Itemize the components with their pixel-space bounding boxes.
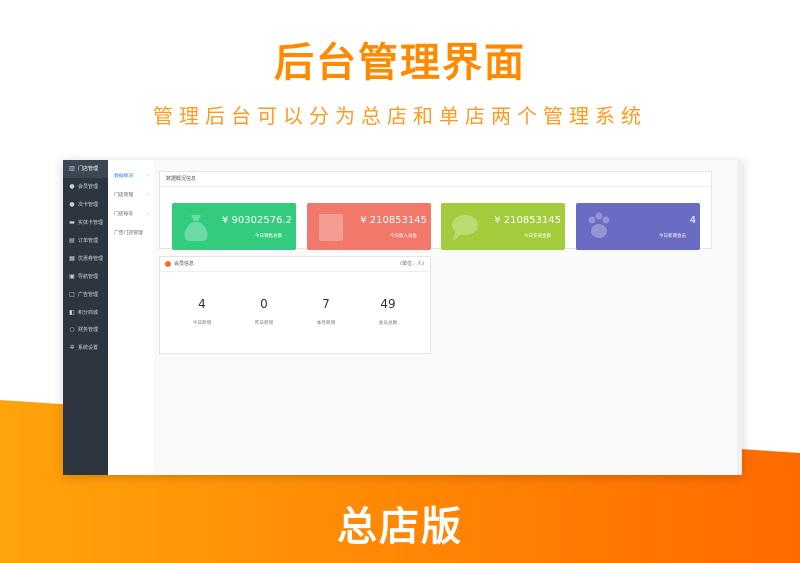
sidebar-item-label: 优惠券管理 <box>78 255 104 262</box>
gear-icon: ✲ <box>69 344 75 352</box>
chevron-right-icon: › <box>147 192 149 198</box>
members-panel-title: 会员信息 <box>174 261 195 267</box>
sidebar-item-label: 会员管理 <box>78 184 99 191</box>
subnav-item-label: 门店管理 <box>114 193 134 198</box>
sidebar-item-ads[interactable]: □ 广告管理 <box>63 285 108 303</box>
sidebar-item-label: 财务管理 <box>78 327 99 334</box>
paw-icon <box>588 212 610 238</box>
document-icon <box>319 214 343 241</box>
chevron-right-icon: › <box>147 173 149 179</box>
coupon-icon: ▦ <box>69 254 75 262</box>
stat-card-value: ¥ 210853145 <box>360 215 427 226</box>
stat-card-label: 今日销售总额 <box>255 234 282 239</box>
sidebar-item-label: 导航管理 <box>78 273 99 280</box>
member-stat-label: 会员总数 <box>378 321 398 326</box>
member-stat-label: 今日新增 <box>192 321 212 326</box>
stat-card-label: 今日收入总金 <box>390 234 417 239</box>
sidebar-item-label: 订单管理 <box>78 238 99 244</box>
stat-card-sales[interactable]: ¥ 90302576.2 今日销售总额 <box>172 203 296 250</box>
user-icon: ● <box>69 201 75 209</box>
member-stat-value: 4 <box>198 297 206 311</box>
stat-card-label: 今日新增会员 <box>659 234 686 239</box>
member-stat-value: 49 <box>380 297 396 311</box>
card-icon: ▬ <box>69 219 75 227</box>
vertical-scrollbar[interactable] <box>737 160 742 475</box>
members-panel: 会员信息 (单位：人) 4 今日新增 0 昨日新增 7 本月新增 49 会员总数 <box>159 256 431 354</box>
member-stat-label: 本月新增 <box>316 321 336 326</box>
stat-card-label: 今日充值金额 <box>524 234 551 239</box>
members-panel-header: 会员信息 (单位：人) <box>160 257 430 272</box>
stat-card-value: ¥ 210853145 <box>494 215 561 226</box>
subnav-item-store-account[interactable]: 门店账号 › <box>108 205 154 224</box>
sub-navigation: 数据概况 › 门店管理 › 门店账号 › 广告门店管理 <box>108 160 155 475</box>
sidebar-item-punch-card[interactable]: ● 次卡管理 <box>63 196 108 214</box>
subnav-item-store-manage[interactable]: 门店管理 › <box>108 186 154 205</box>
member-stat-value: 7 <box>322 297 330 311</box>
main-content: 数据概况信息 ¥ 90302576.2 今日销售总额 ¥ 210853145 今… <box>154 160 742 475</box>
sidebar-item-members[interactable]: ● 会员管理 <box>63 178 108 196</box>
sidebar-item-label: 积分商城 <box>78 309 99 316</box>
subnav-item-label: 广告门店管理 <box>114 231 143 236</box>
subnav-item-label: 门店账号 <box>114 212 134 217</box>
member-stat-value: 0 <box>260 297 268 311</box>
sidebar-item-label: 广告管理 <box>78 291 99 298</box>
sidebar-item-coupons[interactable]: ▦ 优惠券管理 <box>63 249 108 267</box>
stat-card-income[interactable]: ¥ 210853145 今日收入总金 <box>307 203 431 250</box>
members-unit-label: (单位：人) <box>400 261 424 267</box>
sidebar-item-orders[interactable]: ▤ 订单管理 <box>63 232 108 250</box>
member-stat-total: 49 会员总数 <box>358 297 418 326</box>
stat-card-value: ¥ 90302576.2 <box>222 215 292 226</box>
sidebar-item-settings[interactable]: ✲ 系统设置 <box>63 339 108 357</box>
sidebar-item-points-mall[interactable]: ◧ 积分商城 <box>63 303 108 321</box>
store-icon: ▥ <box>69 165 75 173</box>
finance-icon: ○ <box>69 326 75 334</box>
stat-card-value: 4 <box>689 215 696 226</box>
money-bag-icon <box>184 215 208 241</box>
user-icon: ● <box>69 183 75 191</box>
sidebar-item-finance[interactable]: ○ 财务管理 <box>63 321 108 339</box>
sidebar-item-navigation[interactable]: ▣ 导航管理 <box>63 267 108 285</box>
sidebar-item-label: 实体卡管理 <box>78 220 104 227</box>
admin-window: ▥ 门店管理 ● 会员管理 ● 次卡管理 ▬ 实体卡管理 ▤ 订单管理 ▦ 优惠券管理 ▣ 导… <box>63 160 742 475</box>
chevron-right-icon: › <box>147 211 149 217</box>
subnav-item-label: 数据概况 <box>114 174 134 179</box>
sidebar-item-label: 次卡管理 <box>78 202 99 209</box>
sidebar-item-physical-card[interactable]: ▬ 实体卡管理 <box>63 214 108 232</box>
overview-panel: 数据概况信息 ¥ 90302576.2 今日销售总额 ¥ 210853145 今… <box>159 171 712 250</box>
subnav-item-overview[interactable]: 数据概况 › <box>108 167 154 186</box>
member-stat-today: 4 今日新增 <box>172 297 232 326</box>
member-stat-month: 7 本月新增 <box>296 297 356 326</box>
document-icon: ▤ <box>69 237 75 244</box>
edition-title: 总店版 <box>337 504 463 550</box>
stat-card-new-members[interactable]: 4 今日新增会员 <box>576 203 700 250</box>
banner-title: 后台管理界面 <box>274 40 526 86</box>
stat-card-recharge[interactable]: ¥ 210853145 今日充值金额 <box>441 203 565 250</box>
sidebar: ▥ 门店管理 ● 会员管理 ● 次卡管理 ▬ 实体卡管理 ▤ 订单管理 ▦ 优惠券管理 ▣ 导… <box>63 160 108 475</box>
sidebar-item-store[interactable]: ▥ 门店管理 <box>63 160 108 178</box>
member-stat-label: 昨日新增 <box>254 321 274 326</box>
banner-subtitle: 管理后台可以分为总店和单店两个管理系统 <box>153 104 647 128</box>
sidebar-item-label: 系统设置 <box>78 345 99 352</box>
sidebar-item-label: 门店管理 <box>78 166 99 173</box>
navigation-icon: ▣ <box>69 272 75 280</box>
ad-icon: □ <box>69 290 75 298</box>
chat-bubble-icon <box>452 215 478 241</box>
overview-panel-header: 数据概况信息 <box>160 172 711 187</box>
mall-icon: ◧ <box>69 308 75 316</box>
subnav-item-ad-store[interactable]: 广告门店管理 <box>108 224 154 243</box>
member-stat-yesterday: 0 昨日新增 <box>234 297 294 326</box>
member-icon <box>165 261 171 267</box>
